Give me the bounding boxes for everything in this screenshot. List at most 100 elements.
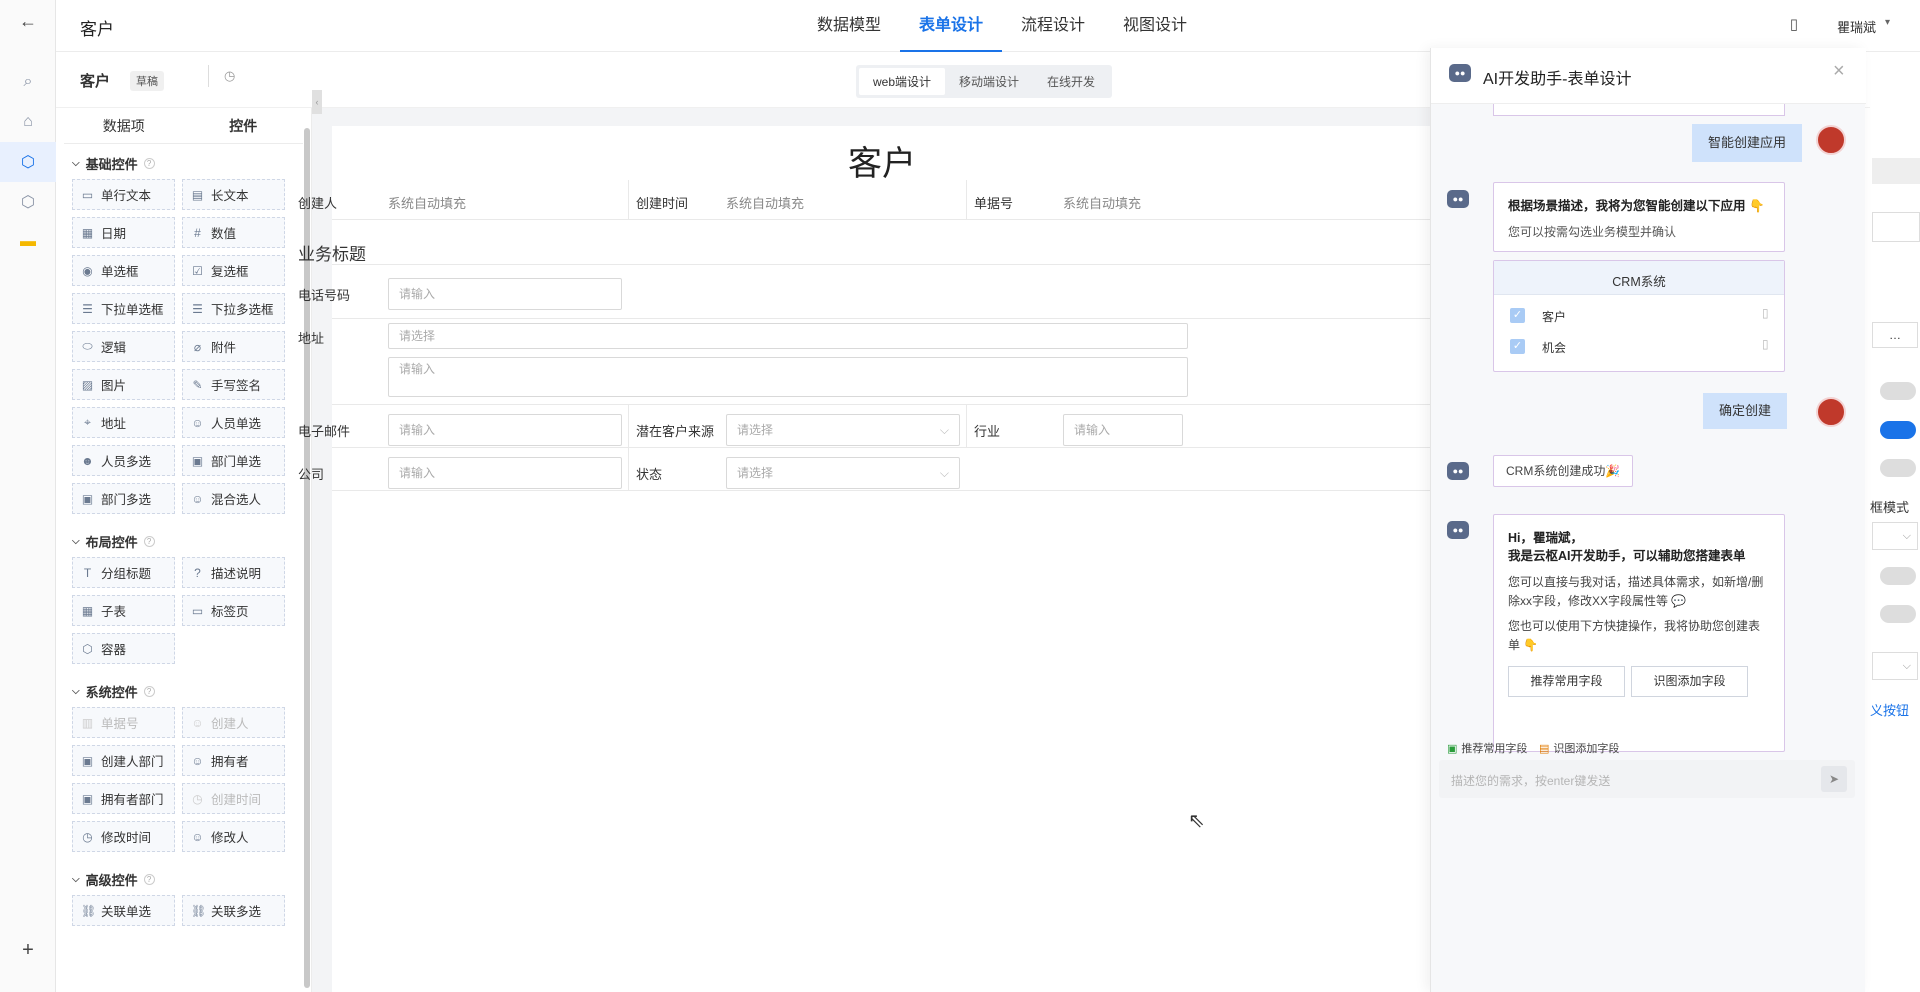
control-item[interactable]: ⛓ 关联多选 [182,895,285,926]
collapse-handle[interactable]: ‹ [312,90,322,114]
control-item[interactable]: ⬡ 容器 [72,633,175,664]
control-item[interactable]: ▣ 部门单选 [182,445,285,476]
toggle[interactable] [1880,421,1916,439]
mode-label: 框模式 [1870,500,1910,515]
control-item[interactable]: ◷ 修改时间 [72,821,175,852]
control-item[interactable]: ? 描述说明 [182,557,285,588]
tab-controls[interactable]: 控件 [184,108,304,143]
control-item[interactable]: ☺ 创建人 [182,707,285,738]
custom-button-link[interactable]: 义按钮 [1870,700,1909,719]
control-label: 子表 [101,605,127,619]
email-input[interactable]: 请输入 [388,414,622,446]
control-item[interactable]: ☰ 下拉单选框 [72,293,175,324]
chevron-down-icon: ⌵ [72,536,80,547]
document-icon[interactable]: ▯ [1762,306,1769,320]
group-title[interactable]: ⌵ 布局控件? [56,522,311,557]
control-item[interactable]: ☰ 下拉多选框 [182,293,285,324]
toggle[interactable] [1880,567,1916,585]
tab-form-design[interactable]: 表单设计 [900,0,1003,52]
checkbox-opportunity[interactable]: ✓ [1510,339,1525,354]
control-item[interactable]: ▨ 图片 [72,369,175,400]
dept-icon: ▣ [81,491,94,506]
chat-input[interactable]: 描述您的需求，按enter键发送 ➤ [1439,760,1855,798]
control-item[interactable]: ▣ 创建人部门 [72,745,175,776]
folder-icon[interactable]: ▬ [0,222,56,262]
control-item[interactable]: ⌖ 地址 [72,407,175,438]
history-icon[interactable]: ◷ [224,68,235,84]
image-add-fields-button[interactable]: 识图添加字段 [1631,666,1748,697]
control-item[interactable]: ▦ 子表 [72,595,175,626]
address-detail-input[interactable]: 请输入 [388,357,1188,397]
control-item[interactable]: ▭ 标签页 [182,595,285,626]
mode-online[interactable]: 在线开发 [1033,68,1109,95]
control-item[interactable]: ▤ 长文本 [182,179,285,210]
phone-input[interactable]: 请输入 [388,278,622,310]
address-select[interactable]: 请选择 [388,323,1188,349]
control-item[interactable]: ✎ 手写签名 [182,369,285,400]
control-item[interactable]: ☻ 人员多选 [72,445,175,476]
add-icon[interactable]: + [0,930,56,970]
select-box[interactable]: ⌵ [1872,522,1918,550]
group-title[interactable]: ⌵ 基础控件? [56,144,311,179]
control-item[interactable]: ☺ 拥有者 [182,745,285,776]
quick-image[interactable]: ▤ 识图添加字段 [1539,740,1619,756]
control-item[interactable]: ▣ 部门多选 [72,483,175,514]
tab-data-items[interactable]: 数据项 [64,108,184,143]
status-select[interactable]: 请选择 ⌵ [726,457,960,489]
control-item[interactable]: ▭ 单行文本 [72,179,175,210]
control-item[interactable]: ⌀ 附件 [182,331,285,362]
control-item[interactable]: ▣ 拥有者部门 [72,783,175,814]
select-box[interactable]: ⌵ [1872,652,1918,680]
company-input[interactable]: 请输入 [388,457,622,489]
control-item[interactable]: ◉ 单选框 [72,255,175,286]
more-button[interactable]: … [1872,322,1918,348]
tab-view-design[interactable]: 视图设计 [1104,0,1206,52]
group-title[interactable]: ⌵ 系统控件? [56,672,311,707]
control-item[interactable]: ⬭ 逻辑 [72,331,175,362]
checkbox-customer[interactable]: ✓ [1510,308,1525,323]
toggle[interactable] [1880,605,1916,623]
source-select[interactable]: 请选择 ⌵ [726,414,960,446]
control-item[interactable]: ⛓ 关联单选 [72,895,175,926]
cube-outline-icon[interactable]: ⬡ [0,182,56,222]
chevron-down-icon[interactable]: ▾ [1885,17,1890,28]
control-item[interactable]: ☺ 混合选人 [182,483,285,514]
control-item[interactable]: ☑ 复选框 [182,255,285,286]
industry-label: 行业 [974,424,1001,439]
control-item[interactable]: ▥ 单据号 [72,707,175,738]
tab-data-model[interactable]: 数据模型 [798,0,900,52]
toggle[interactable] [1880,382,1916,400]
field-box[interactable] [1872,212,1920,242]
book-icon[interactable]: ▯ [1790,15,1798,33]
mode-web[interactable]: web端设计 [859,68,946,95]
quick-recommend[interactable]: ▣ 推荐常用字段 [1447,740,1527,756]
control-item[interactable]: # 数值 [182,217,285,248]
control-item[interactable]: ☺ 修改人 [182,821,285,852]
back-arrow-icon[interactable]: ← [0,0,56,42]
cube-icon[interactable]: ⬡ [0,142,56,182]
close-icon[interactable]: × [1833,60,1845,83]
robot-small-icon: ▣ [1447,742,1458,755]
control-item[interactable]: ▦ 日期 [72,217,175,248]
user-name[interactable]: 瞿瑞斌 [1837,17,1876,36]
user-icon: ☺ [191,715,204,730]
bot-message: CRM系统创建成功🎉 [1493,455,1634,487]
document-icon[interactable]: ▯ [1762,337,1769,351]
control-item[interactable]: ◷ 创建时间 [182,783,285,814]
recommend-fields-button[interactable]: 推荐常用字段 [1508,666,1625,697]
group-title[interactable]: ⌵ 高级控件? [56,860,311,895]
industry-input[interactable]: 请输入 [1063,414,1183,446]
toggle[interactable] [1880,459,1916,477]
tab-flow-design[interactable]: 流程设计 [1002,0,1104,52]
send-icon[interactable]: ➤ [1821,766,1847,792]
mode-mobile[interactable]: 移动端设计 [945,68,1033,95]
help-icon[interactable]: ? [143,158,155,169]
home-icon[interactable]: ⌂ [0,102,56,142]
search-icon[interactable]: ⌕ [0,62,56,102]
control-item[interactable]: T 分组标题 [72,557,175,588]
control-label: 手写签名 [211,379,262,393]
help-icon[interactable]: ? [143,874,155,885]
help-icon[interactable]: ? [143,536,155,547]
control-item[interactable]: ☺ 人员单选 [182,407,285,438]
help-icon[interactable]: ? [143,686,155,697]
